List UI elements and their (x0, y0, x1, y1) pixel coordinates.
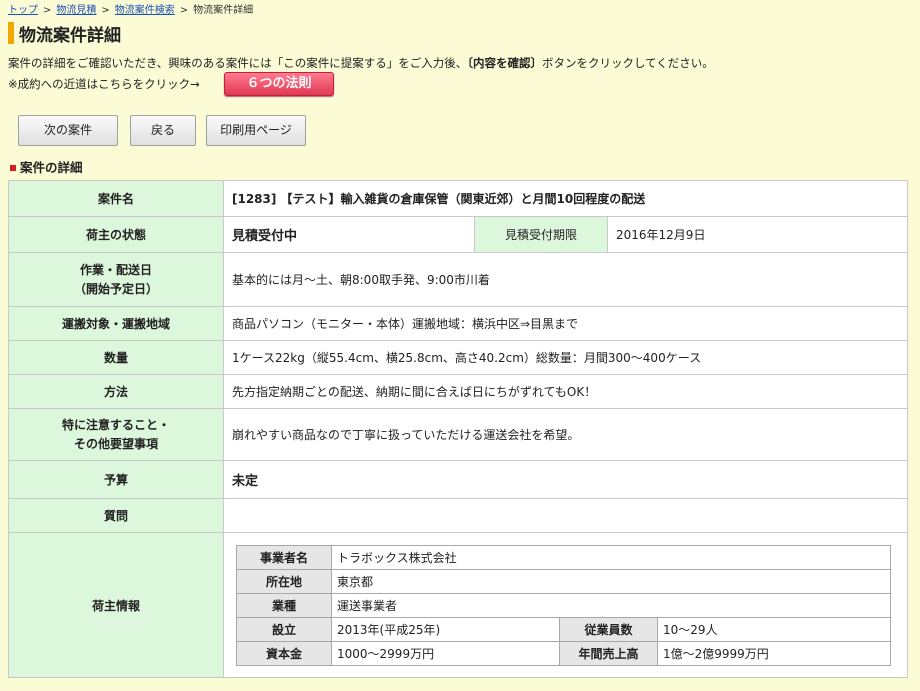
owner-info-table: 事業者名 トラボックス株式会社 所在地 東京都 業種 運送事業者 設立 2013… (236, 544, 891, 666)
work-date-label-line2: （開始予定日） (73, 281, 158, 296)
table-row: 荷主の状態 見積受付中 見積受付期限 2016年12月9日 (8, 216, 908, 253)
breadcrumb-link-top[interactable]: トップ (8, 5, 38, 16)
table-row: 作業・配送日 （開始予定日） 基本的には月～土、朝8:00取手発、9:00市川着 (8, 252, 908, 307)
budget-label: 予算 (8, 460, 224, 499)
industry-label: 業種 (236, 592, 332, 618)
table-row: 資本金 1000～2999万円 年間売上高 1億～2億9999万円 (236, 640, 891, 666)
back-button[interactable]: 戻る (130, 115, 196, 146)
table-row: 特に注意すること・ その他要望事項 崩れやすい商品なので丁寧に扱っていただける運送… (8, 408, 908, 461)
location-label: 所在地 (236, 568, 332, 594)
deadline-value: 2016年12月9日 (607, 216, 908, 253)
table-row: 設立 2013年(平成25年) 従業員数 10～29人 (236, 616, 891, 642)
intro-text-part2: ボタンをクリックしてください。 (541, 56, 714, 70)
case-detail-table: 案件名 [1283] 【テスト】輸入雑貨の倉庫保管（関東近郊）と月間10回程度の… (8, 180, 908, 678)
work-date-label: 作業・配送日 （開始予定日） (8, 252, 224, 307)
print-page-button[interactable]: 印刷用ページ (206, 115, 306, 146)
table-row: 運搬対象・運搬地域 商品パソコン（モニター・本体）運搬地域：横浜中区⇒目黒まで (8, 306, 908, 341)
notes-value: 崩れやすい商品なので丁寧に扱っていただける運送会社を希望。 (223, 408, 908, 461)
status-value: 見積受付中 (223, 216, 475, 253)
industry-value: 運送事業者 (331, 592, 891, 618)
breadcrumb: トップ > 物流見積 > 物流案件検索 > 物流案件詳細 (8, 1, 253, 16)
table-row: 予算 未定 (8, 460, 908, 499)
founded-value: 2013年(平成25年) (331, 616, 560, 642)
intro-text-bold: 〔内容を確認〕 (467, 56, 542, 70)
intro-text-part1: 案件の詳細をご確認いただき、興味のある案件には「この案件に提案する」をご入力後、 (8, 56, 468, 70)
transport-value: 商品パソコン（モニター・本体）運搬地域：横浜中区⇒目黒まで (223, 306, 908, 341)
intro-text: 案件の詳細をご確認いただき、興味のある案件には「この案件に提案する」をご入力後、… (8, 55, 714, 71)
capital-value: 1000～2999万円 (331, 640, 560, 666)
table-row: 質問 (8, 498, 908, 533)
table-row: 方法 先方指定納期ごとの配送、納期に間に合えば日にちがずれてもOK！ (8, 374, 908, 409)
sales-label: 年間売上高 (559, 640, 658, 666)
notes-label: 特に注意すること・ その他要望事項 (8, 408, 224, 461)
quantity-label: 数量 (8, 340, 224, 375)
capital-label: 資本金 (236, 640, 332, 666)
budget-value: 未定 (223, 460, 908, 499)
six-rules-button[interactable]: ６つの法則 (224, 72, 334, 96)
page-title: 物流案件詳細 (19, 26, 121, 46)
company-label: 事業者名 (236, 544, 332, 570)
owner-info-cell: 事業者名 トラボックス株式会社 所在地 東京都 業種 運送事業者 設立 2013… (223, 532, 908, 678)
founded-label: 設立 (236, 616, 332, 642)
employees-label: 従業員数 (559, 616, 658, 642)
table-row: 案件名 [1283] 【テスト】輸入雑貨の倉庫保管（関東近郊）と月間10回程度の… (8, 180, 908, 217)
location-value: 東京都 (331, 568, 891, 594)
status-label: 荷主の状態 (8, 216, 224, 253)
method-value: 先方指定納期ごとの配送、納期に間に合えば日にちがずれてもOK！ (223, 374, 908, 409)
table-row: 所在地 東京都 (236, 568, 891, 594)
transport-label: 運搬対象・運搬地域 (8, 306, 224, 341)
table-row: 荷主情報 事業者名 トラボックス株式会社 所在地 東京都 業種 運送事業者 設立 (8, 532, 908, 678)
section-title: 案件の詳細 (10, 157, 83, 176)
breadcrumb-current: 物流案件詳細 (193, 5, 254, 16)
table-row: 数量 1ケース22kg（縦55.4cm、横25.8cm、高さ40.2cm）総数量… (8, 340, 908, 375)
near-text: ※成約への近道はこちらをクリック→ (8, 77, 200, 91)
employees-value: 10～29人 (657, 616, 891, 642)
notes-label-line1: 特に注意すること・ (61, 417, 170, 432)
question-label: 質問 (8, 498, 224, 533)
title-accent-bar (8, 22, 14, 44)
breadcrumb-separator: > (101, 5, 110, 16)
company-value: トラボックス株式会社 (331, 544, 891, 570)
breadcrumb-separator: > (179, 5, 189, 16)
case-name-value: [1283] 【テスト】輸入雑貨の倉庫保管（関東近郊）と月間10回程度の配送 (223, 180, 908, 217)
bullet-square-icon (10, 164, 16, 171)
table-row: 業種 運送事業者 (236, 592, 891, 618)
work-date-value: 基本的には月～土、朝8:00取手発、9:00市川着 (223, 252, 908, 307)
next-case-button[interactable]: 次の案件 (18, 115, 118, 146)
section-title-label: 案件の詳細 (20, 160, 83, 175)
owner-info-label: 荷主情報 (8, 532, 224, 678)
question-value (223, 498, 908, 533)
quantity-value: 1ケース22kg（縦55.4cm、横25.8cm、高さ40.2cm）総数量：月間… (223, 340, 908, 375)
breadcrumb-separator: > (43, 5, 52, 16)
breadcrumb-link-case-search[interactable]: 物流案件検索 (115, 5, 175, 16)
table-row: 事業者名 トラボックス株式会社 (236, 544, 891, 570)
case-name-label: 案件名 (8, 180, 224, 217)
sales-value: 1億～2億9999万円 (657, 640, 891, 666)
method-label: 方法 (8, 374, 224, 409)
deadline-label: 見積受付期限 (474, 216, 608, 253)
work-date-label-line1: 作業・配送日 (79, 262, 152, 277)
notes-label-line2: その他要望事項 (73, 436, 158, 451)
breadcrumb-link-logistics-quote[interactable]: 物流見積 (56, 5, 96, 16)
